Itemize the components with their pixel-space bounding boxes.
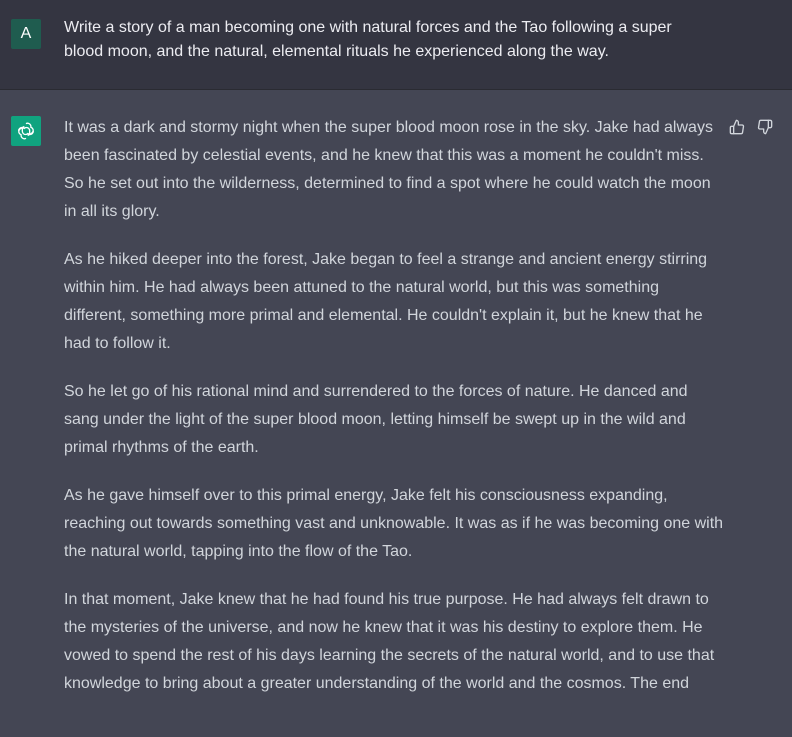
response-paragraph: So he let go of his rational mind and su… xyxy=(64,383,688,456)
thumbs-down-button[interactable] xyxy=(756,118,774,136)
assistant-response-text: It was a dark and stormy night when the … xyxy=(64,114,724,718)
response-paragraph: As he hiked deeper into the forest, Jake… xyxy=(64,251,708,352)
feedback-buttons xyxy=(728,118,774,136)
thumbs-up-button[interactable] xyxy=(728,118,746,136)
thumbs-down-icon xyxy=(757,119,773,135)
thumbs-up-icon xyxy=(729,119,745,135)
assistant-message: It was a dark and stormy night when the … xyxy=(0,90,792,737)
response-paragraph: In that moment, Jake knew that he had fo… xyxy=(64,591,715,692)
response-paragraph: It was a dark and stormy night when the … xyxy=(64,119,713,220)
user-prompt-text: Write a story of a man becoming one with… xyxy=(64,19,672,60)
user-avatar: A xyxy=(11,19,41,49)
user-message: A Write a story of a man becoming one wi… xyxy=(0,0,792,90)
response-paragraph: As he gave himself over to this primal e… xyxy=(64,487,724,560)
openai-logo-icon xyxy=(11,116,41,146)
